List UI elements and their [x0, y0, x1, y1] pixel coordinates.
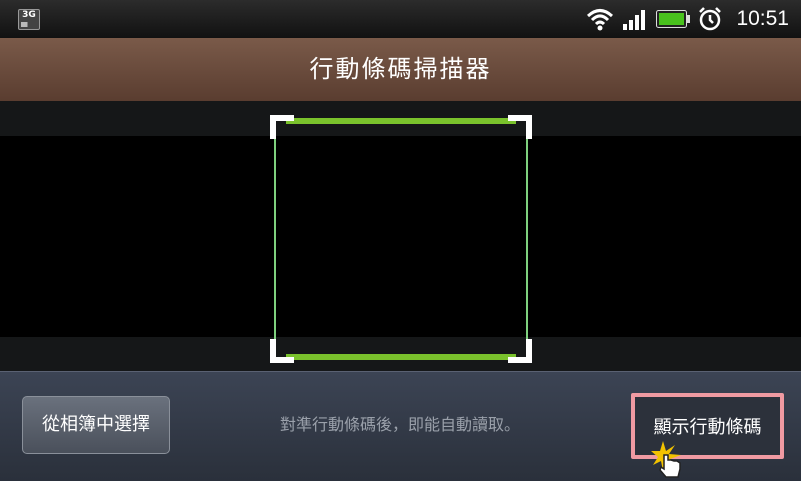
scan-hint-text: 對準行動條碼後，即能自動讀取。 — [279, 415, 520, 434]
scan-corner-bottom-left — [270, 339, 294, 363]
scan-frame-bottom-edge — [286, 354, 516, 360]
scan-frame — [270, 115, 532, 363]
title-bar: 行動條碼掃描器 — [0, 38, 801, 102]
scan-corner-bottom-right — [508, 339, 532, 363]
status-clock: 10:51 — [736, 7, 789, 30]
status-bar: 3G 10:51 — [0, 0, 801, 38]
hand-cursor-icon — [651, 441, 681, 478]
scan-frame-top-edge — [286, 118, 516, 124]
wifi-icon — [587, 9, 614, 31]
select-from-album-button[interactable]: 從相簿中選擇 — [22, 396, 170, 454]
page-title: 行動條碼掃描器 — [309, 55, 492, 83]
alarm-icon — [699, 7, 722, 31]
network-type-label: 3G — [22, 10, 36, 20]
status-icons: 10:51 — [586, 0, 789, 38]
scan-corner-top-right — [508, 115, 532, 139]
camera-viewfinder — [0, 101, 801, 371]
scan-corner-top-left — [270, 115, 294, 139]
signal-icon — [623, 10, 646, 30]
network-3g-icon: 3G — [18, 9, 40, 30]
battery-icon — [656, 10, 691, 28]
